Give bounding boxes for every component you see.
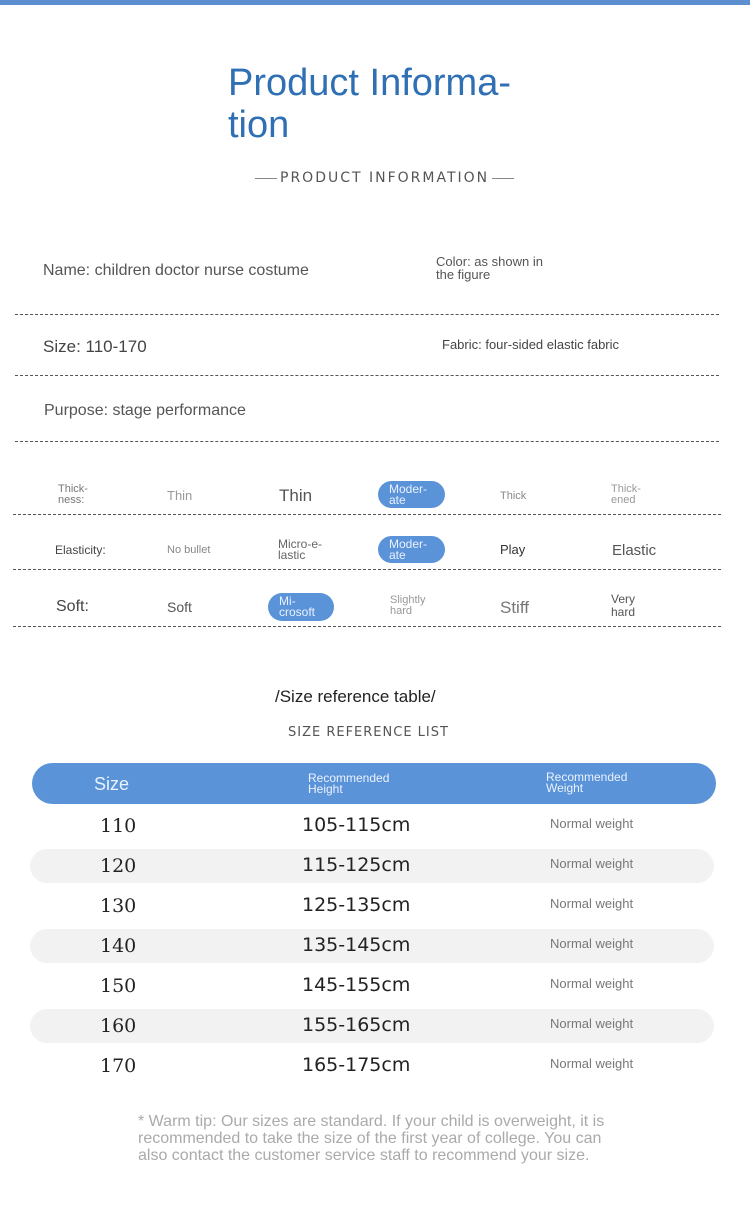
height-cell: 135-145cm [302, 934, 411, 956]
weight-cell: Normal weight [550, 976, 634, 991]
size-cell: 110 [100, 815, 137, 837]
header-height-line-2: Height [308, 782, 343, 796]
thickness-option-thickened-line-2: ened [611, 494, 636, 506]
elasticity-option-micro-elastic: Micro-e- lastic [278, 538, 322, 562]
size-cell: 120 [100, 855, 137, 877]
weight-cell: Normal weight [550, 816, 634, 831]
page-title: Product Informa- tion [228, 62, 511, 146]
header-weight-line-2: Weight [546, 781, 584, 795]
subtitle-text: PRODUCT INFORMATION [280, 170, 490, 186]
page-title-line-1: Product Informa- [228, 62, 511, 104]
weight-cell: Normal weight [550, 1056, 634, 1071]
divider [13, 514, 721, 515]
thickness-label-line-2: ness: [58, 494, 85, 506]
warm-tip: * Warm tip: Our sizes are standard. If y… [138, 1113, 605, 1164]
divider [13, 626, 721, 627]
height-cell: 115-125cm [302, 854, 411, 876]
info-purpose: Purpose: stage performance [44, 402, 246, 419]
subtitle-rule-right [492, 177, 515, 179]
softness-label: Soft: [56, 598, 89, 615]
size-cell: 140 [100, 935, 137, 957]
size-table-subtitle: SIZE REFERENCE LIST [288, 725, 449, 740]
softness-option-very-hard-line-2: hard [611, 605, 636, 619]
elasticity-option-elastic: Elastic [612, 542, 657, 559]
thickness-option-thin: Thin [279, 486, 313, 505]
softness-option-slightly-hard-line-2: hard [390, 605, 413, 617]
elasticity-option-no-bullet: No bullet [167, 544, 211, 556]
thickness-option-thick: Thick [500, 490, 527, 502]
height-cell: 105-115cm [302, 814, 411, 836]
divider [13, 569, 721, 570]
softness-option-stiff: Stiff [500, 598, 529, 617]
weight-cell: Normal weight [550, 856, 634, 871]
size-cell: 160 [100, 1015, 137, 1037]
softness-option-slightly-hard: Slightly hard [390, 595, 425, 617]
divider [15, 441, 719, 442]
height-cell: 125-135cm [302, 894, 411, 916]
size-cell: 130 [100, 895, 137, 917]
weight-cell: Normal weight [550, 936, 634, 951]
header-size: Size [94, 774, 130, 794]
size-cell: 170 [100, 1055, 137, 1077]
page-title-line-2: tion [228, 104, 290, 146]
header-weight: Recommended Weight [546, 771, 627, 795]
softness-option-soft: Soft [167, 599, 192, 615]
thickness-selected-line-2: ate [389, 492, 406, 507]
softness-selected-line-2: crosoft [279, 605, 316, 619]
size-table-header: Size Recommended Height Recommended Weig… [32, 763, 716, 804]
header-height: Recommended Height [308, 772, 389, 796]
subtitle-rule-left [255, 177, 277, 179]
info-name: Name: children doctor nurse costume [43, 262, 309, 279]
size-table-title: /Size reference table/ [275, 687, 436, 706]
info-size: Size: 110-170 [43, 337, 147, 356]
divider [15, 314, 719, 315]
size-cell: 150 [100, 975, 137, 997]
elasticity-selected-line-2: ate [389, 547, 406, 562]
weight-cell: Normal weight [550, 1016, 634, 1031]
info-fabric: Fabric: four-sided elastic fabric [442, 337, 620, 352]
page-subtitle: PRODUCT INFORMATION [252, 170, 517, 186]
elasticity-selected-pill: Moder- ate [378, 536, 445, 563]
softness-option-very-hard: Very hard [611, 593, 635, 619]
height-cell: 155-165cm [302, 1014, 411, 1036]
info-color: Color: as shown in the figure [436, 255, 543, 281]
thickness-option-thin-small: Thin [167, 488, 193, 503]
elasticity-option-play: Play [500, 542, 526, 557]
divider [15, 375, 719, 376]
top-accent-bar [0, 0, 750, 5]
height-cell: 145-155cm [302, 974, 411, 996]
elasticity-label: Elasticity: [55, 543, 106, 557]
thickness-option-thickened: Thick- ened [611, 484, 641, 506]
softness-selected-pill: Mi- crosoft [268, 593, 334, 621]
thickness-selected-pill: Moder- ate [378, 481, 445, 508]
weight-cell: Normal weight [550, 896, 634, 911]
height-cell: 165-175cm [302, 1054, 411, 1076]
elasticity-option-micro-elastic-line-2: lastic [278, 548, 306, 562]
thickness-label: Thick- ness: [58, 484, 88, 506]
info-color-line-2: the figure [436, 267, 491, 282]
